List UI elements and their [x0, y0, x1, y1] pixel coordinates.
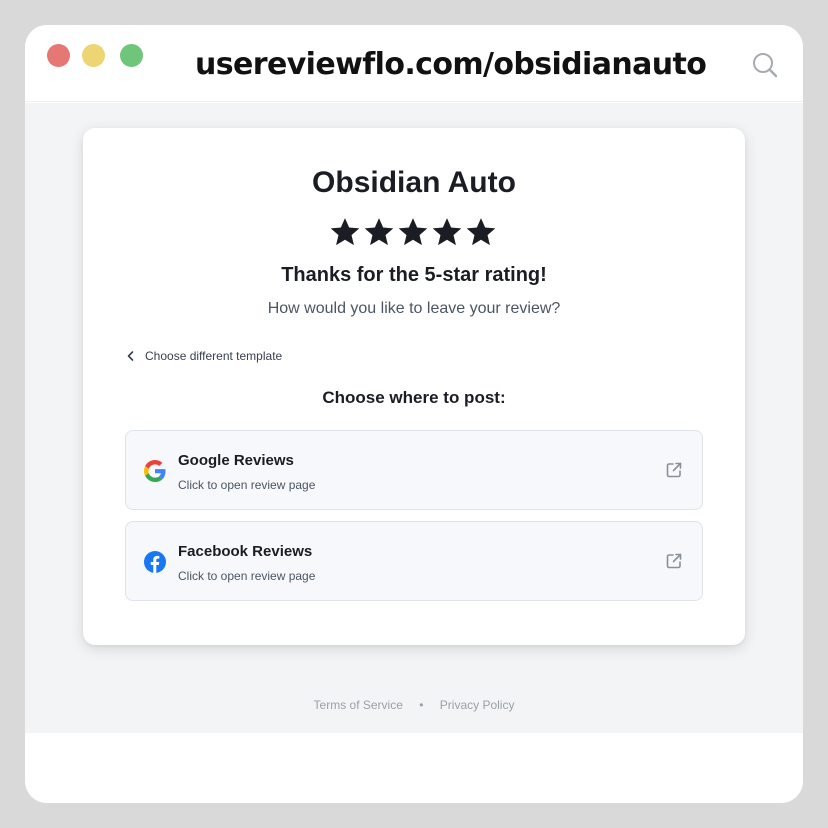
window-bottom-area [25, 733, 803, 803]
chevron-left-icon [127, 351, 134, 361]
footer-links: Terms of Service • Privacy Policy [25, 698, 803, 712]
page-content: Obsidian Auto Thanks for the 5-star rati… [25, 103, 803, 741]
close-window-button[interactable] [47, 44, 70, 67]
star-icon [364, 218, 394, 246]
star-icon [432, 218, 462, 246]
search-icon[interactable] [751, 51, 779, 79]
minimize-window-button[interactable] [82, 44, 105, 67]
browser-window: usereviewflo.com/obsidianauto Obsidian A… [25, 25, 803, 803]
option-title: Google Reviews [178, 452, 294, 469]
choose-different-template-link[interactable]: Choose different template [125, 346, 282, 366]
google-reviews-option[interactable]: Google Reviews Click to open review page [125, 430, 703, 510]
option-title: Facebook Reviews [178, 543, 313, 560]
browser-titlebar: usereviewflo.com/obsidianauto [25, 25, 803, 102]
external-link-icon [666, 462, 682, 478]
external-link-icon [666, 553, 682, 569]
star-icon [330, 218, 360, 246]
footer-separator: • [419, 698, 424, 712]
address-bar-url[interactable]: usereviewflo.com/obsidianauto [195, 43, 707, 87]
google-icon [144, 460, 166, 482]
thanks-heading: Thanks for the 5-star rating! [281, 264, 547, 286]
review-card: Obsidian Auto Thanks for the 5-star rati… [83, 128, 745, 645]
back-link-label: Choose different template [145, 349, 283, 363]
review-prompt: How would you like to leave your review? [267, 300, 561, 317]
star-icon [398, 218, 428, 246]
star-rating [329, 216, 499, 252]
star-icon [466, 218, 496, 246]
facebook-icon [144, 551, 166, 573]
post-heading: Choose where to post: [322, 388, 506, 407]
maximize-window-button[interactable] [120, 44, 143, 67]
option-subtitle: Click to open review page [178, 478, 316, 492]
privacy-policy-link[interactable]: Privacy Policy [440, 698, 515, 712]
business-name: Obsidian Auto [312, 166, 516, 199]
facebook-reviews-option[interactable]: Facebook Reviews Click to open review pa… [125, 521, 703, 601]
terms-of-service-link[interactable]: Terms of Service [314, 698, 403, 712]
option-subtitle: Click to open review page [178, 569, 316, 583]
